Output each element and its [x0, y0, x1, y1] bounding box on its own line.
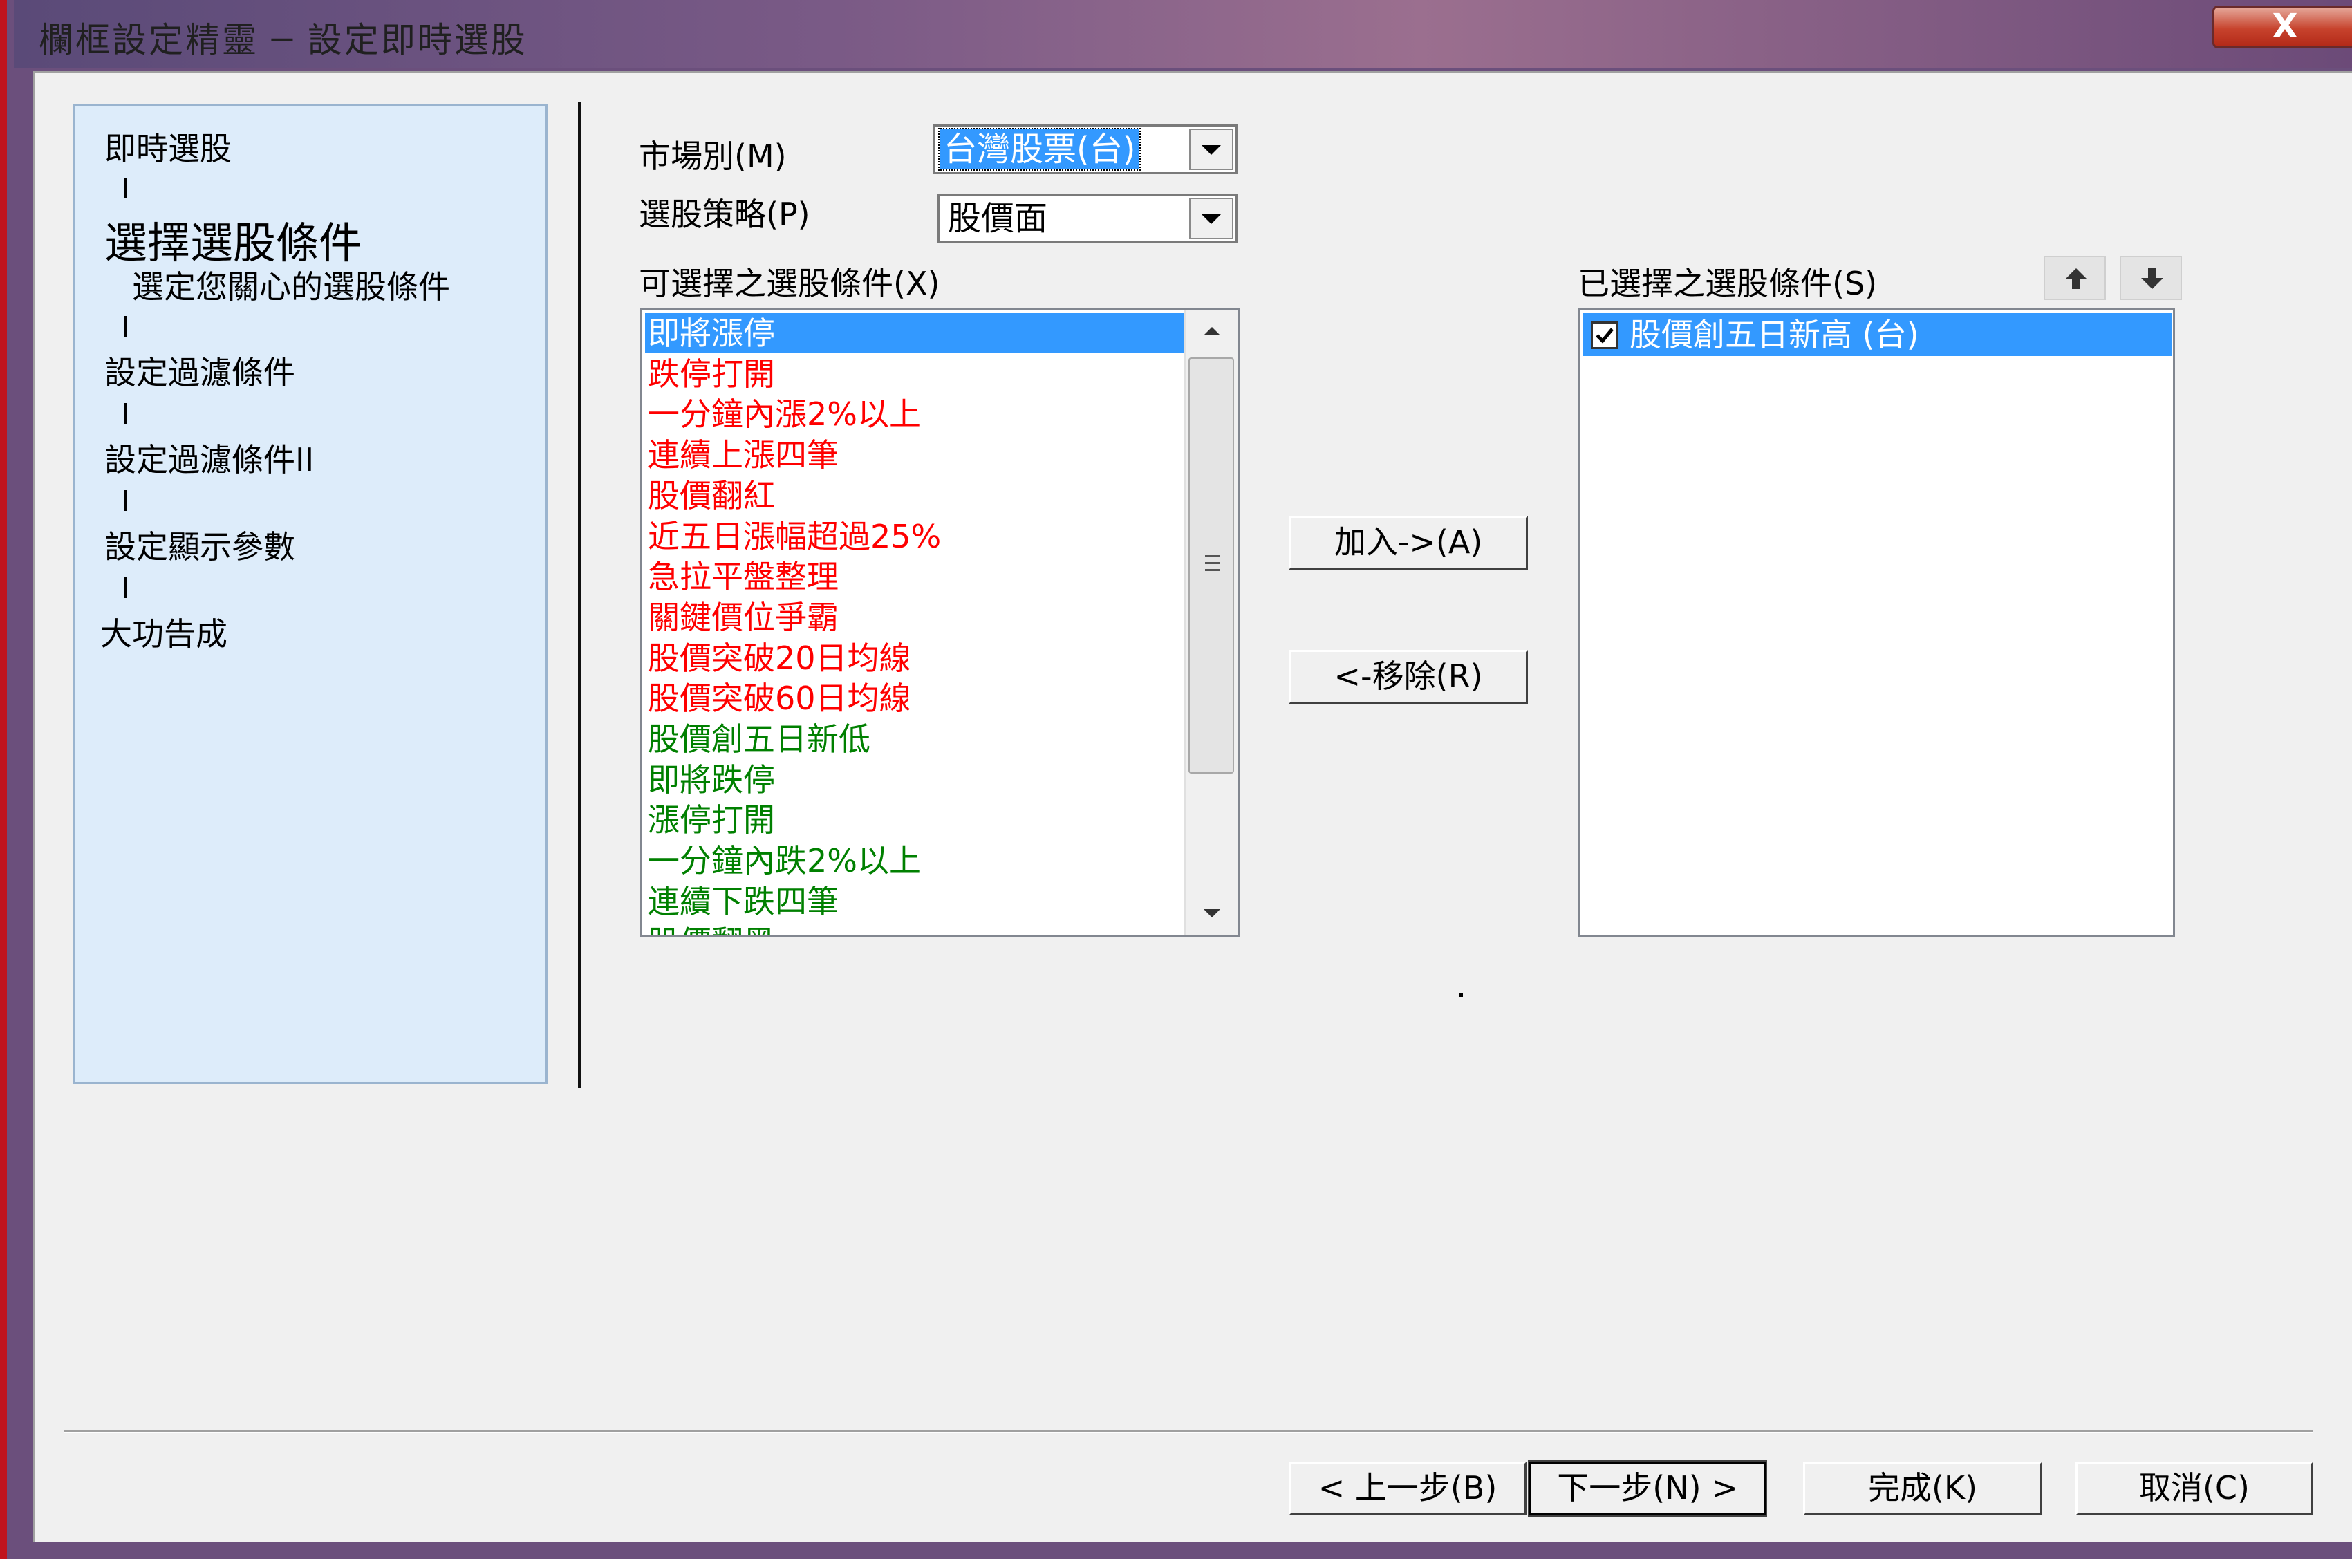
step-choose-conditions: 選擇選股條件 [104, 218, 362, 268]
scrollbar-thumb[interactable] [1188, 357, 1234, 774]
step-connector [124, 403, 127, 424]
footer-separator [64, 1430, 2313, 1433]
arrow-up-icon [2065, 268, 2087, 289]
condition-list-item[interactable]: 關鍵價位爭霸 [645, 597, 839, 637]
step-connector [124, 577, 127, 598]
condition-list-item[interactable]: 跌停打開 [645, 354, 775, 394]
step-connector [124, 178, 127, 198]
cancel-button[interactable]: 取消(C) [2075, 1462, 2313, 1515]
condition-list-item[interactable]: 股價翻紅 [645, 476, 775, 516]
available-list-scrollbar[interactable] [1184, 310, 1238, 935]
scroll-grip [1205, 555, 1220, 557]
condition-list-item[interactable]: 股價翻黑 [645, 922, 775, 936]
strategy-select-value: 股價面 [948, 199, 1048, 238]
scroll-grip [1205, 569, 1220, 571]
window-frame-bottom [14, 1543, 2352, 1559]
available-conditions-label: 可選擇之選股條件(X) [639, 265, 940, 302]
condition-list-item[interactable]: 一分鐘內漲2%以上 [645, 394, 921, 434]
finish-button[interactable]: 完成(K) [1803, 1462, 2042, 1515]
condition-list-item[interactable]: 股價突破60日均線 [645, 678, 911, 718]
chevron-down-icon[interactable] [1189, 129, 1233, 170]
move-down-button[interactable] [2120, 256, 2182, 300]
close-icon: X [2272, 7, 2298, 46]
strategy-select[interactable]: 股價面 [937, 194, 1238, 243]
condition-checkbox[interactable] [1591, 321, 1618, 349]
selected-conditions-label: 已選擇之選股條件(S) [1578, 265, 1878, 302]
market-select-value: 台灣股票(台) [937, 128, 1141, 171]
chevron-down-icon[interactable] [1189, 198, 1233, 239]
market-label: 市場別(M) [639, 138, 787, 175]
back-button[interactable]: < 上一步(B) [1289, 1462, 1527, 1515]
condition-list-item[interactable]: 一分鐘內跌2%以上 [645, 841, 921, 881]
condition-list-item[interactable]: 股價突破20日均線 [645, 638, 911, 678]
next-button[interactable]: 下一步(N) > [1528, 1460, 1767, 1517]
condition-list-item[interactable]: 近五日漲幅超過25% [645, 516, 941, 557]
step-finish: 大功告成 [100, 615, 227, 653]
scroll-down-icon[interactable] [1186, 891, 1238, 935]
title-bar[interactable]: 欄框設定精靈 ─ 設定即時選股 X [14, 0, 2352, 68]
step-realtime-selection: 即時選股 [104, 130, 232, 167]
selected-list-item[interactable]: 股價創五日新高 (台) [1583, 313, 2172, 356]
wizard-steps-panel: 即時選股 選擇選股條件 選定您關心的選股條件 設定過濾條件 設定過濾條件II 設… [73, 104, 548, 1084]
remove-button[interactable]: <-移除(R) [1289, 650, 1528, 704]
selected-condition-text: 股價創五日新高 (台) [1630, 316, 1919, 353]
condition-list-item[interactable]: 即將跌停 [645, 760, 775, 800]
step-display-parameters: 設定顯示參數 [104, 528, 295, 566]
condition-list-item[interactable]: 漲停打開 [645, 800, 775, 840]
move-up-button[interactable] [2044, 256, 2106, 300]
market-select[interactable]: 台灣股票(台) [933, 124, 1238, 174]
close-button[interactable]: X [2212, 6, 2352, 48]
add-button[interactable]: 加入->(A) [1289, 516, 1528, 570]
condition-list-item[interactable]: 股價創五日新低 [645, 719, 870, 759]
step-connector [124, 316, 127, 337]
scroll-grip [1205, 562, 1220, 564]
arrow-down-icon [2141, 268, 2163, 289]
scroll-up-icon[interactable] [1186, 310, 1238, 355]
panel-divider [578, 102, 581, 1088]
condition-list-item[interactable]: 連續上漲四筆 [645, 435, 839, 475]
checkmark-icon [1596, 328, 1614, 344]
strategy-label: 選股策略(P) [639, 196, 810, 233]
step-choose-conditions-description: 選定您關心的選股條件 [132, 268, 450, 306]
available-conditions-list[interactable]: 即將漲停 跌停打開 一分鐘內漲2%以上 連續上漲四筆 股價翻紅 近五日漲幅超過25% 急拉平… [640, 308, 1240, 937]
step-filter-conditions: 設定過濾條件 [104, 354, 295, 391]
selected-conditions-list[interactable]: 股價創五日新高 (台) [1578, 308, 2175, 937]
step-connector [124, 490, 127, 511]
focus-dot [1459, 993, 1463, 997]
window-frame-left [14, 68, 33, 1547]
step-filter-conditions-2: 設定過濾條件II [104, 441, 315, 478]
condition-list-item[interactable]: 連續下跌四筆 [645, 881, 839, 922]
window-title: 欄框設定精靈 ─ 設定即時選股 [39, 20, 528, 60]
condition-list-item[interactable]: 急拉平盤整理 [645, 557, 839, 597]
condition-list-item[interactable]: 即將漲停 [645, 313, 1184, 353]
